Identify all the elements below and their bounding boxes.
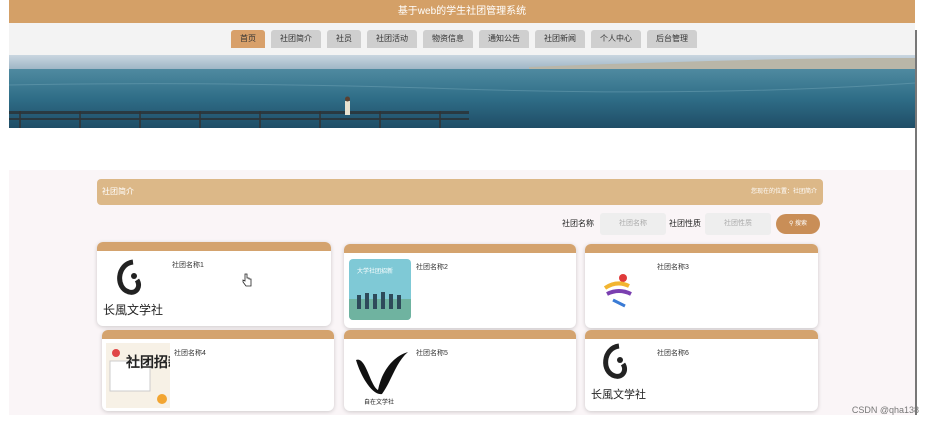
breadcrumb: 您现在的位置：社团简介 [750,189,817,195]
club-logo-1: 长風文学社 [103,258,173,320]
watermark: CSDN @qha138 [851,405,919,415]
club-card-6[interactable]: 长風文学社 社团名称6 [585,330,818,411]
main-nav: 首页 社团简介 社员 社团活动 物资信息 通知公告 社团新闻 个人中心 后台管理 [9,23,915,55]
club-card-3[interactable]: 社团名称3 [585,244,818,328]
club-name-5[interactable]: 社团名称5 [416,348,448,358]
nav-item-club-intro[interactable]: 社团简介 [271,30,321,48]
nav-item-supplies[interactable]: 物资信息 [423,30,473,48]
club-logo-2-text: 大学社团招新 [357,267,393,275]
page-title: 基于web的学生社团管理系统 [9,0,915,23]
club-logo-4-text: 社团招新 [125,354,170,371]
club-logo-4: 社团招新 [106,343,182,408]
club-logo-6-text: 长風文学社 [591,387,646,401]
club-name-input[interactable]: 社团名称 [600,213,666,235]
search-button-label: 搜索 [795,221,808,227]
club-card-4[interactable]: 社团招新 社团名称4 [102,330,334,411]
club-name-4[interactable]: 社团名称4 [174,348,206,358]
section-header: 社团简介 您现在的位置：社团简介 [97,179,823,205]
search-button[interactable]: ⚲ 搜索 [776,214,820,234]
club-name-label: 社团名称 [562,219,594,228]
vertical-scrollbar[interactable] [915,30,917,415]
nav-item-members[interactable]: 社员 [327,30,361,48]
club-card-2[interactable]: 大学社团招新 社团名称2 [344,244,576,328]
nav-item-admin[interactable]: 后台管理 [647,30,697,48]
hero-banner [9,55,915,128]
club-card-5[interactable]: 自在文学社 社团名称5 [344,330,576,411]
club-name-6[interactable]: 社团名称6 [657,348,689,358]
nav-item-news[interactable]: 社团新闻 [535,30,585,48]
hand-cursor-icon [242,273,252,287]
club-name-3[interactable]: 社团名称3 [657,262,689,272]
nav-item-activities[interactable]: 社团活动 [367,30,417,48]
club-card-1[interactable]: 长風文学社 社团名称1 [97,242,331,326]
club-name-2[interactable]: 社团名称2 [416,262,448,272]
club-name-1[interactable]: 社团名称1 [172,260,204,270]
club-logo-2: 大学社团招新 [349,259,411,320]
club-logo-3 [599,270,639,310]
club-type-label: 社团性质 [669,219,701,228]
club-logo-6: 长風文学社 [589,342,659,404]
club-logo-5: 自在文学社 [352,346,412,406]
banner-spacer [9,128,915,170]
nav-item-home[interactable]: 首页 [231,30,265,48]
club-logo-1-text: 长風文学社 [103,302,163,317]
section-title: 社团简介 [102,187,134,196]
page: 基于web的学生社团管理系统 首页 社团简介 社员 社团活动 物资信息 通知公告… [9,0,915,415]
nav-item-notices[interactable]: 通知公告 [479,30,529,48]
search-icon: ⚲ [788,221,794,227]
club-logo-5-text: 自在文学社 [364,398,394,406]
nav-item-profile[interactable]: 个人中心 [591,30,641,48]
club-type-input[interactable]: 社团性质 [705,213,771,235]
